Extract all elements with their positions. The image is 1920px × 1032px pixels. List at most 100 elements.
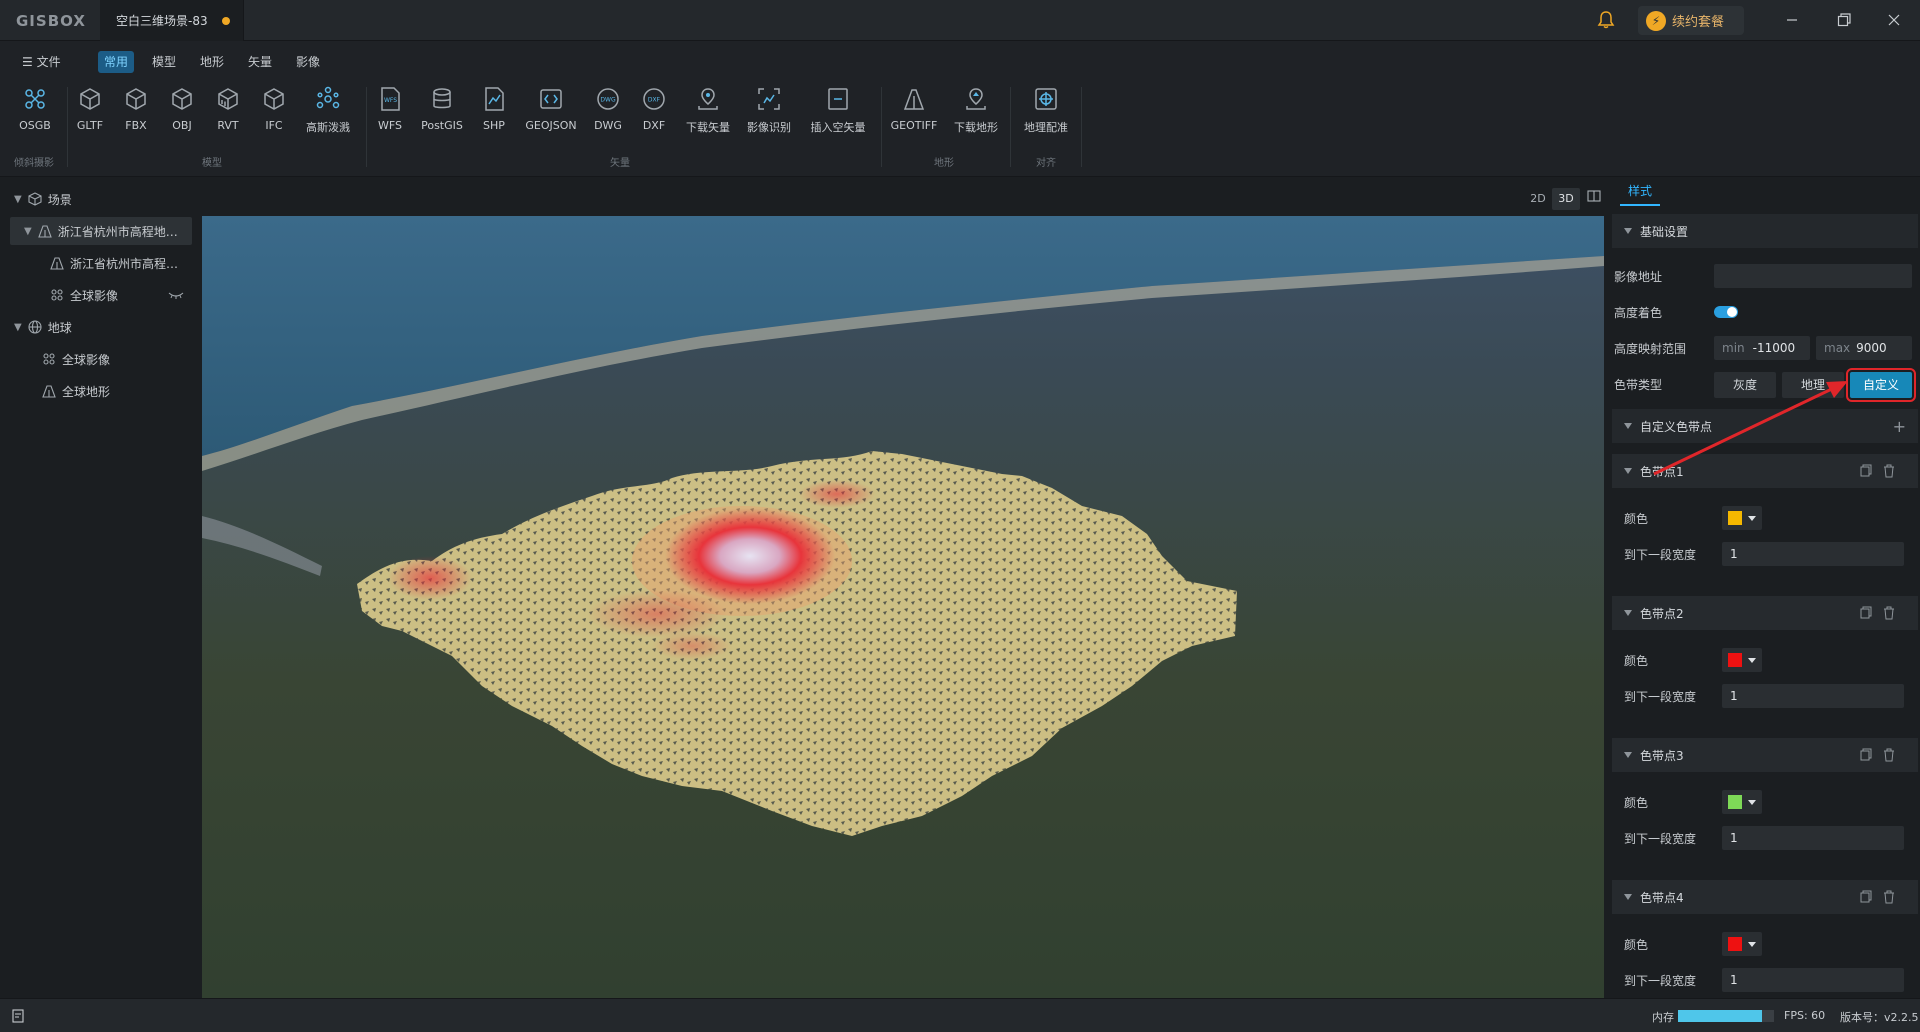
- view-mode-3d-button[interactable]: 3D: [1552, 188, 1580, 210]
- gaussian-splat-tool-label: 高斯泼溅: [306, 121, 350, 134]
- ramp-type-custom-button[interactable]: 自定义: [1846, 368, 1916, 402]
- restore-icon[interactable]: [1834, 10, 1854, 30]
- hamburger-icon: ☰: [22, 55, 33, 69]
- chevron-down-icon[interactable]: ▼: [14, 194, 22, 205]
- document-tab-label: 空白三维场景-83: [116, 14, 208, 28]
- tab-vector[interactable]: 矢量: [242, 51, 278, 73]
- trash-icon[interactable]: [1882, 748, 1896, 762]
- gaussian-splat-tool-button[interactable]: 高斯泼溅: [298, 86, 358, 146]
- bell-icon[interactable]: [1596, 10, 1616, 30]
- color-stop-header[interactable]: 色带点3: [1612, 738, 1918, 772]
- height-color-label: 高度着色: [1614, 306, 1663, 320]
- tree-node-terrain-layer[interactable]: ▼ 浙江省杭州市高程地…: [10, 217, 192, 245]
- color-stop-header[interactable]: 色带点4: [1612, 880, 1918, 914]
- trash-icon[interactable]: [1882, 890, 1896, 904]
- tab-style[interactable]: 样式: [1620, 180, 1660, 206]
- copy-icon[interactable]: [1858, 606, 1872, 620]
- split-view-button[interactable]: [1580, 188, 1608, 210]
- color-picker[interactable]: [1722, 648, 1762, 672]
- tree-node-scene-label: 场景: [47, 192, 72, 207]
- height-range-label: 高度映射范围: [1614, 342, 1687, 356]
- database-icon: [433, 88, 451, 109]
- tree-node-terrain-sublayer-label: 浙江省杭州市高程…: [70, 256, 179, 271]
- map-3d-viewport[interactable]: [202, 216, 1604, 998]
- geotiff-tool-label: GEOTIFF: [890, 119, 938, 132]
- copy-icon[interactable]: [1858, 890, 1872, 904]
- geojson-tool-label: GEOJSON: [525, 119, 577, 132]
- trash-icon[interactable]: [1882, 606, 1896, 620]
- bolt-icon: ⚡: [1646, 10, 1666, 31]
- trash-icon[interactable]: [1882, 464, 1896, 478]
- georeference-tool-label: 地理配准: [1024, 121, 1068, 134]
- ifc-tool-label: IFC: [265, 119, 283, 132]
- copy-icon[interactable]: [1858, 464, 1872, 478]
- tree-node-globe-terrain-label: 全球地形: [62, 384, 111, 399]
- basic-settings-header[interactable]: 基础设置: [1612, 214, 1918, 248]
- image-url-input[interactable]: [1714, 264, 1912, 288]
- tab-common[interactable]: 常用: [98, 51, 135, 73]
- color-picker[interactable]: [1722, 790, 1762, 814]
- tree-node-terrain-sublayer[interactable]: 浙江省杭州市高程…: [50, 249, 190, 277]
- color-stop-header[interactable]: 色带点2: [1612, 596, 1918, 630]
- tree-node-globe-imagery-label: 全球影像: [62, 352, 111, 367]
- file-menu[interactable]: ☰ 文件: [16, 51, 67, 73]
- insert-empty-vector-tool-label: 插入空矢量: [810, 121, 866, 134]
- download-terrain-tool-button[interactable]: 下载地形: [946, 86, 1006, 146]
- insert-empty-vector-tool-button[interactable]: 插入空矢量: [808, 86, 868, 146]
- postgis-tool-button[interactable]: PostGIS: [412, 86, 472, 146]
- document-tab[interactable]: 空白三维场景-83: [100, 0, 244, 41]
- color-swatch: [1728, 511, 1742, 525]
- width-input[interactable]: 1: [1722, 968, 1904, 992]
- caret-down-icon: [1748, 657, 1756, 663]
- chevron-down-icon: [1624, 228, 1632, 234]
- tab-model[interactable]: 模型: [146, 51, 182, 73]
- color-swatch: [1728, 937, 1742, 951]
- close-icon[interactable]: [1884, 10, 1904, 30]
- color-picker[interactable]: [1722, 932, 1762, 956]
- tab-terrain[interactable]: 地形: [194, 51, 230, 73]
- svg-text:DXF: DXF: [648, 97, 661, 104]
- group-label-vector: 矢量: [610, 158, 630, 169]
- tree-node-imagery-layer[interactable]: 全球影像: [50, 281, 190, 309]
- view-mode-2d-button[interactable]: 2D: [1524, 188, 1552, 210]
- geotiff-tool-button[interactable]: GEOTIFF: [884, 86, 944, 146]
- color-stop-title: 色带点2: [1640, 606, 1684, 621]
- eye-closed-icon[interactable]: [168, 290, 184, 300]
- color-picker[interactable]: [1722, 506, 1762, 530]
- dxf-tool-button[interactable]: DXF DXF: [624, 86, 684, 146]
- tree-node-scene[interactable]: ▼ 场景: [14, 185, 194, 213]
- renew-plan-button[interactable]: ⚡ 续约套餐: [1638, 6, 1744, 35]
- add-stop-icon[interactable]: +: [1893, 417, 1906, 436]
- download-vector-tool-label: 下载矢量: [686, 121, 730, 134]
- shp-file-icon: [485, 87, 504, 111]
- min-input[interactable]: min -11000: [1714, 336, 1810, 360]
- chevron-down-icon[interactable]: ▼: [24, 226, 32, 237]
- shp-tool-button[interactable]: SHP: [464, 86, 524, 146]
- width-label: 到下一段宽度: [1624, 690, 1697, 704]
- tab-imagery[interactable]: 影像: [290, 51, 326, 73]
- tree-node-globe-imagery[interactable]: 全球影像: [42, 345, 182, 373]
- minimize-icon[interactable]: [1782, 10, 1802, 30]
- max-input[interactable]: max 9000: [1816, 336, 1912, 360]
- version-readout: 版本号：v2.2.5: [1840, 1011, 1919, 1024]
- width-input[interactable]: 1: [1722, 684, 1904, 708]
- copy-icon[interactable]: [1858, 748, 1872, 762]
- georeference-tool-button[interactable]: 地理配准: [1016, 86, 1076, 146]
- download-vector-tool-button[interactable]: 下载矢量: [678, 86, 738, 146]
- width-input[interactable]: 1: [1722, 826, 1904, 850]
- width-input[interactable]: 1: [1722, 542, 1904, 566]
- image-recognition-tool-button[interactable]: 影像识别: [739, 86, 799, 146]
- osgb-tool-button[interactable]: OSGB: [5, 86, 65, 146]
- height-color-toggle[interactable]: [1714, 306, 1738, 318]
- tree-node-globe-terrain[interactable]: 全球地形: [42, 377, 182, 405]
- chevron-down-icon[interactable]: ▼: [14, 322, 22, 333]
- scene-tree: ▼ 场景 ▼ 浙江省杭州市高程地… 浙江省杭州市高程… 全球影像 ▼ 地球 全球…: [0, 185, 195, 997]
- terrain-render[interactable]: [202, 216, 1604, 998]
- wfs-tool-button[interactable]: WFS WFS: [360, 86, 420, 146]
- geojson-tool-button[interactable]: GEOJSON: [521, 86, 581, 146]
- basic-settings-title: 基础设置: [1640, 224, 1689, 239]
- image-url-label: 影像地址: [1614, 270, 1663, 284]
- ifc-tool-button[interactable]: IFC: [244, 86, 304, 146]
- tree-node-globe[interactable]: ▼ 地球: [14, 313, 194, 341]
- log-icon[interactable]: [10, 1008, 26, 1024]
